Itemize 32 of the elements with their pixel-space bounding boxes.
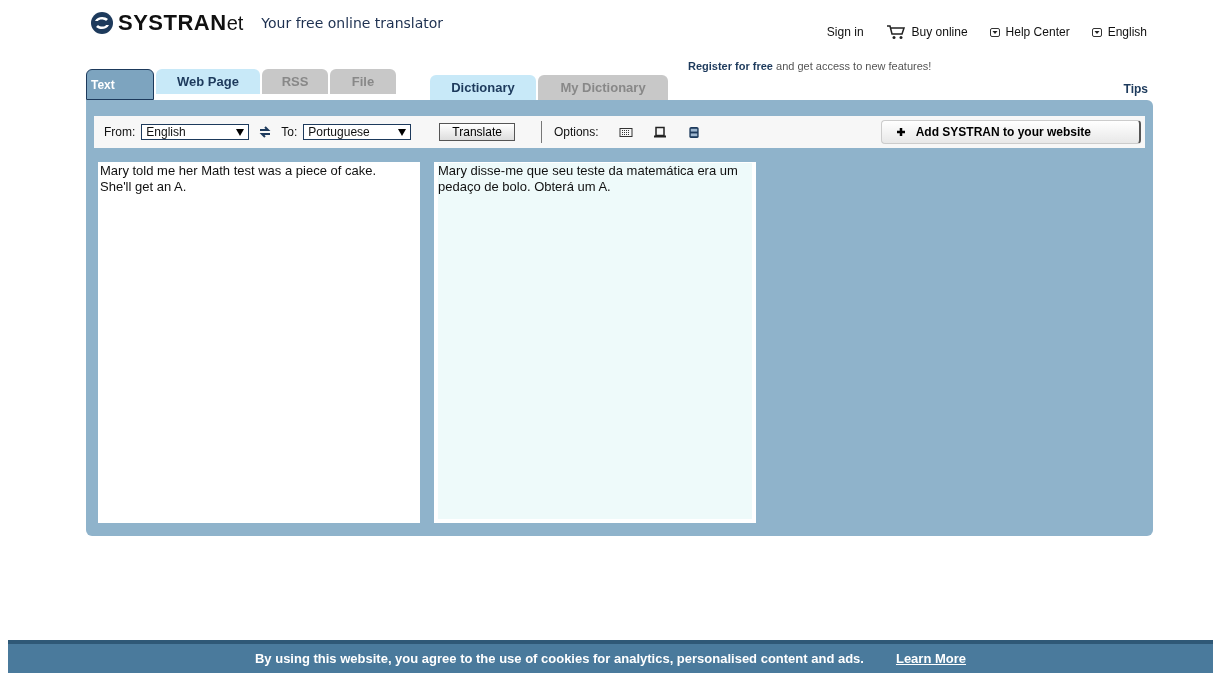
learn-more-link[interactable]: Learn More: [895, 651, 967, 666]
add-to-website-button[interactable]: Add SYSTRAN to your website: [880, 120, 1141, 144]
dropdown-icon: [989, 27, 1000, 37]
logo-icon: [90, 11, 114, 35]
tab[interactable]: Web Page: [156, 69, 260, 94]
layout-icon[interactable]: [686, 125, 701, 139]
target-language-select[interactable]: Portuguese: [303, 124, 412, 140]
tips-link[interactable]: Tips: [1123, 82, 1148, 96]
top-link[interactable]: English: [1091, 25, 1147, 39]
tagline: Your free online translator: [261, 15, 444, 31]
options-label: Options:: [553, 125, 599, 139]
keyboard-icon[interactable]: [618, 125, 633, 139]
cart-icon: [885, 24, 906, 40]
cookie-message: By using this website, you agree to the use of cookies for analytics, personalised content and ads.: [254, 651, 864, 666]
swap-icon[interactable]: [259, 126, 272, 138]
register-note: Register for free and get access to new features!: [688, 60, 932, 72]
top-link[interactable]: Sign in: [826, 25, 864, 39]
monitor-icon[interactable]: [652, 125, 667, 139]
dropdown-icon: [1091, 27, 1102, 37]
dropdown-arrow-icon: [398, 128, 407, 136]
tab[interactable]: Dictionary: [430, 75, 536, 100]
from-label: From:: [104, 125, 136, 139]
dropdown-arrow-icon: [236, 128, 245, 136]
plus-icon: [895, 127, 906, 137]
top-link[interactable]: Help Center: [989, 25, 1070, 39]
to-label: To:: [281, 125, 298, 139]
logo-text: SYSTRANet: [118, 10, 244, 36]
source-text-field[interactable]: Mary told me her Math test was a piece of cake. She'll get an A.: [98, 162, 420, 523]
top-link[interactable]: Buy online: [885, 24, 968, 40]
translation-output: Mary disse-me que seu teste da matemática era um pedaço de bolo. Obterá um A.: [434, 162, 756, 523]
source-language-select[interactable]: English: [141, 124, 250, 140]
translate-button[interactable]: Translate: [439, 123, 515, 141]
